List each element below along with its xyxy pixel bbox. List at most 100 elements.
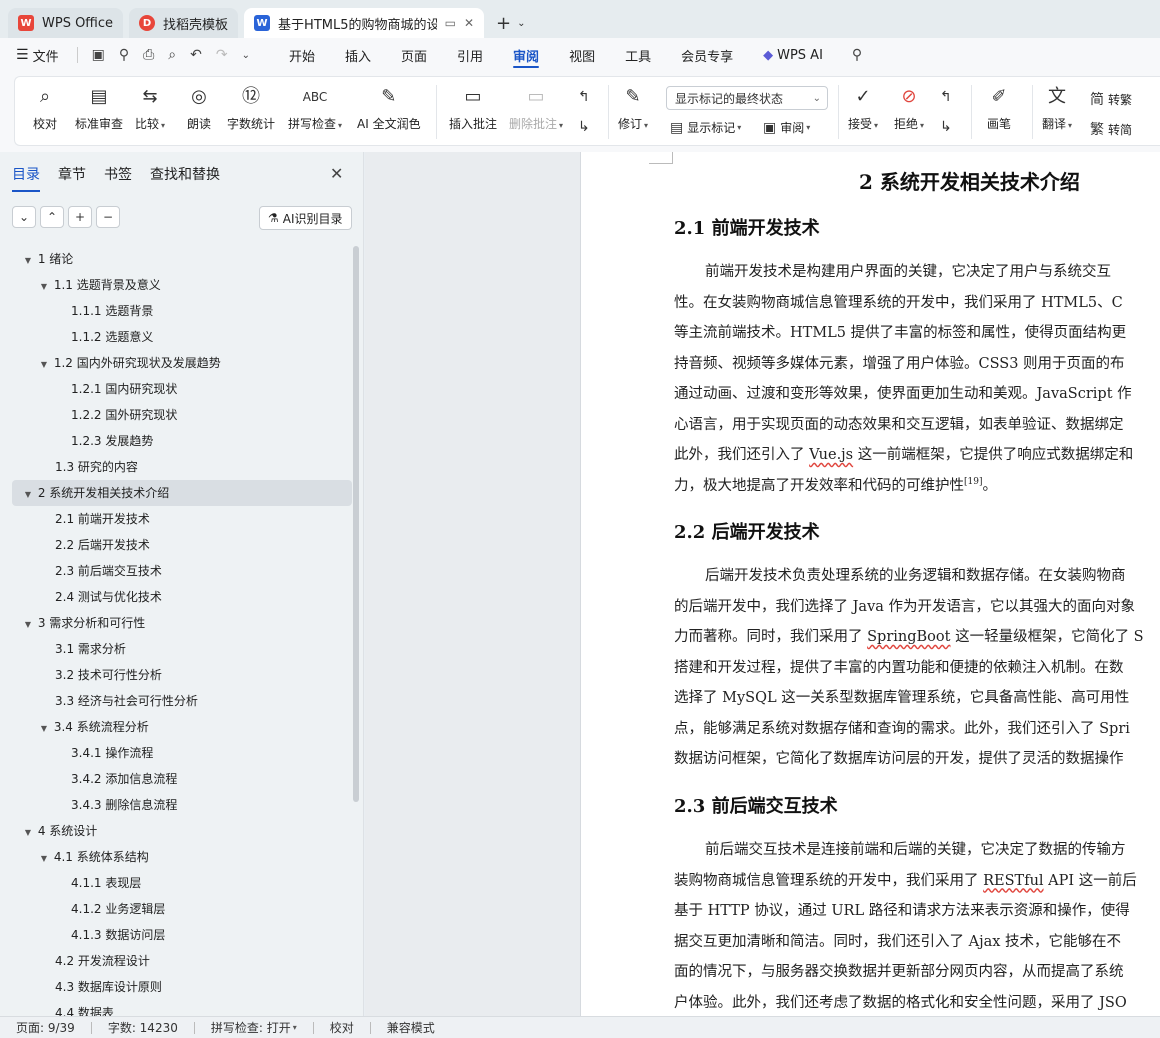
toc-item[interactable]: 4.1.2 业务逻辑层 (12, 896, 352, 922)
toc-item[interactable]: ▼ 1.1 选题背景及意义 (12, 272, 352, 298)
to-traditional-button[interactable]: 简 转繁 (1090, 89, 1132, 109)
word-count-button[interactable]: ⑫ 字数统计 (227, 85, 275, 132)
toc-item[interactable]: 1.3 研究的内容 (12, 454, 352, 480)
screen-icon[interactable]: ▭ (445, 16, 456, 30)
toc-item[interactable]: 3.3 经济与社会可行性分析 (12, 688, 352, 714)
plus-icon[interactable]: + (68, 206, 92, 228)
toc-item[interactable]: 2.3 前后端交互技术 (12, 558, 352, 584)
accept-button[interactable]: ✓ 接受 ▾ (848, 85, 878, 132)
brush-button[interactable]: ✐ 画笔 (987, 85, 1011, 132)
menu-insert[interactable]: 插入 (330, 38, 386, 72)
toc-item[interactable]: ▼ 3 需求分析和可行性 (12, 610, 352, 636)
show-markup-button[interactable]: ▤ 显示标记 ▾ (670, 119, 741, 136)
toc-item[interactable]: 2.1 前端开发技术 (12, 506, 352, 532)
menu-wps-ai[interactable]: ◆ WPS AI (748, 38, 838, 72)
menu-tools[interactable]: 工具 (610, 38, 666, 72)
caret-down-icon[interactable]: ▼ (38, 846, 50, 872)
chevron-down-icon[interactable]: ⌄ (242, 50, 250, 61)
caret-down-icon[interactable]: ▼ (38, 274, 50, 300)
caret-down-icon[interactable]: ▼ (22, 482, 34, 508)
menu-page[interactable]: 页面 (386, 38, 442, 72)
page-indicator[interactable]: 页面: 9/39 (16, 1019, 75, 1036)
toc-item[interactable]: 2.4 测试与优化技术 (12, 584, 352, 610)
menu-member[interactable]: 会员专享 (666, 38, 748, 72)
toc-item[interactable]: 3.4.2 添加信息流程 (12, 766, 352, 792)
prev-comment-button[interactable]: ↰ (578, 89, 594, 105)
save-icon[interactable]: ▣ (92, 47, 105, 63)
chevron-down-icon[interactable]: ⌄ (12, 206, 36, 228)
tab-toc[interactable]: 目录 (12, 164, 40, 192)
toc-item[interactable]: 3.1 需求分析 (12, 636, 352, 662)
to-simplified-button[interactable]: 繁 转简 (1090, 119, 1132, 139)
toc-item[interactable]: 3.4.3 删除信息流程 (12, 792, 352, 818)
print-icon[interactable]: ⎙ (143, 47, 154, 63)
next-comment-button[interactable]: ↳ (578, 119, 594, 135)
file-menu[interactable]: ☰ 文件 (0, 46, 59, 65)
caret-down-icon[interactable]: ▼ (22, 248, 34, 274)
menu-reference[interactable]: 引用 (442, 38, 498, 72)
standard-review-button[interactable]: ▤ 标准审查 (75, 85, 123, 132)
menu-review[interactable]: 审阅 (498, 38, 554, 72)
review-pane-button[interactable]: ▣ 审阅 ▾ (763, 119, 810, 136)
delete-comment-button[interactable]: ▭ 删除批注 ▾ (509, 85, 563, 132)
toc-item[interactable]: ▼ 1.2 国内外研究现状及发展趋势 (12, 350, 352, 376)
toc-item[interactable]: ▼ 4 系统设计 (12, 818, 352, 844)
minus-icon[interactable]: − (96, 206, 120, 228)
toc-item[interactable]: 3.4.1 操作流程 (12, 740, 352, 766)
compare-button[interactable]: ⇆ 比较 ▾ (135, 85, 165, 132)
menu-start[interactable]: 开始 (274, 38, 330, 72)
caret-down-icon[interactable]: ▼ (38, 352, 50, 378)
toc-item[interactable]: 4.1.1 表现层 (12, 870, 352, 896)
tab-document[interactable]: W 基于HTML5的购物商城的设计 ▭ ✕ (244, 8, 485, 38)
search-icon[interactable]: ⚲ (852, 47, 862, 63)
menu-view[interactable]: 视图 (554, 38, 610, 72)
caret-down-icon[interactable]: ▼ (22, 820, 34, 846)
next-change-button[interactable]: ↳ (940, 119, 956, 135)
read-aloud-button[interactable]: ◎ 朗读 (187, 85, 211, 132)
toc-item[interactable]: 3.2 技术可行性分析 (12, 662, 352, 688)
toc-item[interactable]: 1.2.3 发展趋势 (12, 428, 352, 454)
translate-button[interactable]: 文 翻译 ▾ (1042, 85, 1072, 132)
toc-item[interactable]: ▼ 1 绪论 (12, 246, 352, 272)
tab-sections[interactable]: 章节 (58, 164, 86, 192)
proof-status[interactable]: 校对 (330, 1019, 354, 1036)
chevron-down-icon[interactable]: ⌄ (517, 8, 525, 38)
tab-find-replace[interactable]: 查找和替换 (150, 164, 220, 192)
tab-bookmarks[interactable]: 书签 (104, 164, 132, 192)
toc-item[interactable]: 1.2.2 国外研究现状 (12, 402, 352, 428)
toc-item[interactable]: 1.2.1 国内研究现状 (12, 376, 352, 402)
toc-item[interactable]: 1.1.1 选题背景 (12, 298, 352, 324)
prev-change-button[interactable]: ↰ (940, 89, 956, 105)
ai-toc-button[interactable]: ⚗ AI识别目录 (259, 206, 352, 230)
chevron-up-icon[interactable]: ⌃ (40, 206, 64, 228)
spell-check-button[interactable]: ABC 拼写检查 ▾ (288, 85, 342, 132)
share-icon[interactable]: ⚲ (119, 47, 129, 63)
close-icon[interactable]: ✕ (330, 164, 343, 183)
scrollbar[interactable] (353, 246, 359, 802)
tab-template[interactable]: D 找稻壳模板 (129, 8, 239, 38)
toc-item[interactable]: 4.3 数据库设计原则 (12, 974, 352, 1000)
toc-item[interactable]: ▼ 3.4 系统流程分析 (12, 714, 352, 740)
tab-wps-office[interactable]: W WPS Office (8, 8, 124, 38)
toc-item[interactable]: 4.1.3 数据访问层 (12, 922, 352, 948)
toc-item[interactable]: 4.2 开发流程设计 (12, 948, 352, 974)
markup-select[interactable]: 显示标记的最终状态 ⌄ (666, 86, 828, 110)
undo-icon[interactable]: ↶ (190, 47, 202, 63)
redo-icon[interactable]: ↷ (216, 47, 228, 63)
reject-button[interactable]: ⊘ 拒绝 ▾ (894, 85, 924, 132)
toc-item[interactable]: 4.4 数据表 (12, 1000, 352, 1016)
revision-button[interactable]: ✎ 修订 ▾ (618, 85, 648, 132)
toc-item[interactable]: ▼ 4.1 系统体系结构 (12, 844, 352, 870)
caret-down-icon[interactable]: ▼ (22, 612, 34, 638)
new-tab-button[interactable]: + (490, 8, 517, 38)
ai-polish-button[interactable]: ✎ AI 全文润色 (357, 85, 421, 132)
toc-item[interactable]: ▼ 2 系统开发相关技术介绍 (12, 480, 352, 506)
document-page[interactable]: 2 系统开发相关技术介绍 2.1 前端开发技术 前端开发技术是构建用户界面的关键，… (580, 152, 1160, 1016)
proofread-button[interactable]: ⌕ 校对 (33, 85, 57, 132)
insert-comment-button[interactable]: ▭ 插入批注 (449, 85, 497, 132)
print-preview-icon[interactable]: ⌕ (168, 47, 176, 63)
toc-item[interactable]: 2.2 后端开发技术 (12, 532, 352, 558)
spell-check-status[interactable]: 拼写检查: 打开 ▾ (211, 1019, 297, 1036)
word-count-indicator[interactable]: 字数: 14230 (108, 1019, 178, 1036)
toc-item[interactable]: 1.1.2 选题意义 (12, 324, 352, 350)
